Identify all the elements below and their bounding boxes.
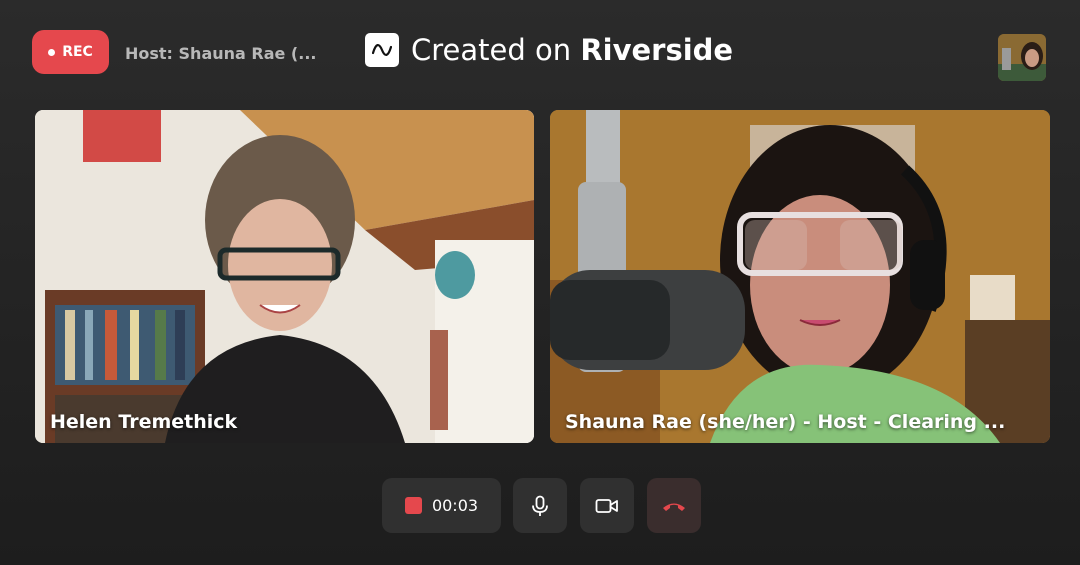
host-label: Host: Shauna Rae (... [125,44,317,63]
camera-button[interactable] [580,478,634,533]
participant-name: Helen Tremethick [50,411,238,433]
participant-name: Shauna Rae (she/her) - Host - Clearing .… [565,411,1006,433]
recording-indicator[interactable]: REC [32,30,109,74]
participant-tile-helen[interactable]: Helen Tremethick [35,110,534,443]
video-camera-icon [595,498,618,513]
participant-video-1 [35,110,534,443]
participant-video-2 [550,110,1050,443]
recording-label: REC [62,44,93,60]
brand-name: Riverside [580,33,734,67]
stop-icon [404,497,422,514]
brand-title: Created on Riverside [411,33,733,67]
riverside-logo-icon [365,33,399,67]
microphone-icon [532,495,548,516]
microphone-button[interactable] [513,478,567,533]
leave-call-button[interactable] [647,478,701,533]
recording-timer: 00:03 [431,496,479,515]
self-view-image [998,34,1046,81]
call-controls: 00:03 [0,478,1080,533]
self-view-thumbnail[interactable] [998,34,1046,81]
record-dot-icon [48,48,56,56]
brand-prefix: Created on [411,33,572,67]
hang-up-phone-icon [663,503,685,511]
participant-tile-shauna[interactable]: Shauna Rae (she/her) - Host - Clearing .… [550,110,1050,443]
brand-header: Created on Riverside [365,33,733,67]
stop-recording-button[interactable]: 00:03 [382,478,501,533]
